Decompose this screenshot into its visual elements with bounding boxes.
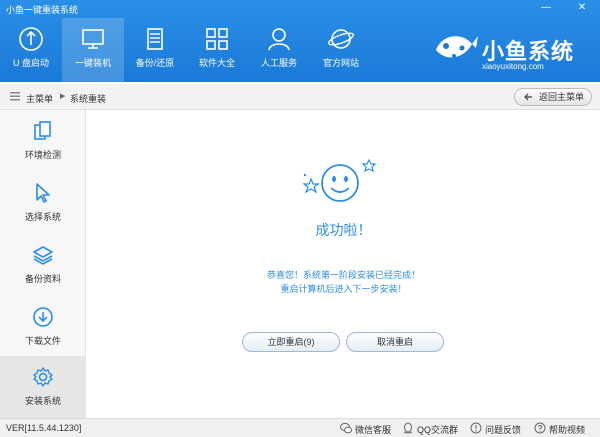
nav-label: 人工服务 xyxy=(260,58,297,68)
breadcrumb: 主菜单 ▶ 系统重装 返回主菜单 xyxy=(0,84,600,110)
sidebar-item-label: 环境检测 xyxy=(24,150,61,160)
main-panel: 成功啦！ 恭喜您！系统第一阶段安装已经完成！ 重启计算机后进入下一步安装！ 立即… xyxy=(87,110,600,418)
nav-label: U 盘启动 xyxy=(12,58,49,68)
sidebar-item-backup[interactable]: 备份资料 xyxy=(0,234,86,296)
top-nav: U 盘启动 一键装机 备份/还原 软件大全 人工服务 官方网站 xyxy=(0,18,372,82)
smiley-icon xyxy=(302,158,377,202)
layers-icon xyxy=(33,246,53,265)
breadcrumb-arrow-icon: ▶ xyxy=(60,93,66,100)
feedback-label: 问题反馈 xyxy=(485,425,522,435)
nav-one-click-install[interactable]: 一键装机 xyxy=(62,18,124,82)
step-sidebar: 环境检测 选择系统 备份资料 下载文件 安装系统 xyxy=(0,110,86,418)
gear-icon xyxy=(33,367,53,387)
window-title: 小鱼一键重装系统 xyxy=(6,5,79,15)
success-title: 成功啦！ xyxy=(315,222,372,238)
back-button-label: 返回主菜单 xyxy=(539,92,585,102)
close-button[interactable]: ✕ xyxy=(574,2,590,14)
breadcrumb-current: 系统重装 xyxy=(70,94,107,104)
cursor-icon xyxy=(36,183,50,203)
qq-icon xyxy=(403,422,413,434)
feedback-icon xyxy=(470,422,482,434)
nav-usb-boot[interactable]: U 盘启动 xyxy=(0,18,62,82)
nav-label: 官方网站 xyxy=(322,58,359,68)
sidebar-item-env-check[interactable]: 环境检测 xyxy=(0,110,86,172)
fish-logo-icon xyxy=(436,36,478,58)
wechat-icon xyxy=(340,422,352,434)
grid-icon xyxy=(206,28,228,50)
planet-icon xyxy=(328,29,354,49)
nav-label: 备份/还原 xyxy=(135,58,175,68)
brand-url: xiaoyuxitong.com xyxy=(482,62,544,71)
sidebar-item-label: 安装系统 xyxy=(24,396,61,406)
help-label: 帮助视频 xyxy=(549,425,586,435)
nav-manual-service[interactable]: 人工服务 xyxy=(248,18,310,82)
cancel-restart-button[interactable]: 取消重启 xyxy=(346,332,444,352)
nav-software[interactable]: 软件大全 xyxy=(186,18,248,82)
download-icon xyxy=(33,307,53,327)
copy-icon xyxy=(34,121,51,140)
server-icon xyxy=(147,28,163,50)
sidebar-item-label: 下载文件 xyxy=(24,336,61,346)
back-arrow-icon xyxy=(524,93,532,101)
usb-icon xyxy=(19,27,43,51)
breadcrumb-home[interactable]: 主菜单 xyxy=(26,92,53,105)
sidebar-item-download[interactable]: 下载文件 xyxy=(0,296,86,358)
success-message-line2: 重启计算机后进入下一步安装！ xyxy=(280,284,407,294)
nav-official-site[interactable]: 官方网站 xyxy=(310,18,372,82)
sidebar-item-label: 选择系统 xyxy=(24,212,61,222)
qq-label: QQ交流群 xyxy=(417,425,459,435)
app-header: 小鱼一键重装系统 — ✕ U 盘启动 一键装机 备份/还原 软件大全 人工服务 … xyxy=(0,0,600,82)
brand-logo: 小鱼系统 xiaoyuxitong.com xyxy=(430,26,590,76)
back-to-main-button[interactable]: 返回主菜单 xyxy=(514,88,592,106)
sidebar-item-label: 备份资料 xyxy=(24,274,61,284)
wechat-label: 微信客服 xyxy=(355,425,392,435)
sidebar-item-install[interactable]: 安装系统 xyxy=(0,356,86,418)
version-label: VER[11.5.44.1230] xyxy=(6,423,82,433)
success-message-line1: 恭喜您！系统第一阶段安装已经完成！ xyxy=(266,270,420,280)
menu-icon xyxy=(10,92,20,101)
help-icon xyxy=(534,422,546,434)
nav-label: 软件大全 xyxy=(198,58,235,68)
nav-backup-restore[interactable]: 备份/还原 xyxy=(124,18,186,82)
status-bar: VER[11.5.44.1230] 微信客服 QQ交流群 问题反馈 帮助视频 xyxy=(0,418,600,437)
user-icon xyxy=(268,28,290,51)
nav-label: 一键装机 xyxy=(74,58,111,68)
minimize-button[interactable]: — xyxy=(538,2,554,14)
monitor-icon xyxy=(82,29,104,49)
sidebar-item-select-system[interactable]: 选择系统 xyxy=(0,172,86,234)
restart-now-button[interactable]: 立即重启(9) xyxy=(242,332,340,352)
